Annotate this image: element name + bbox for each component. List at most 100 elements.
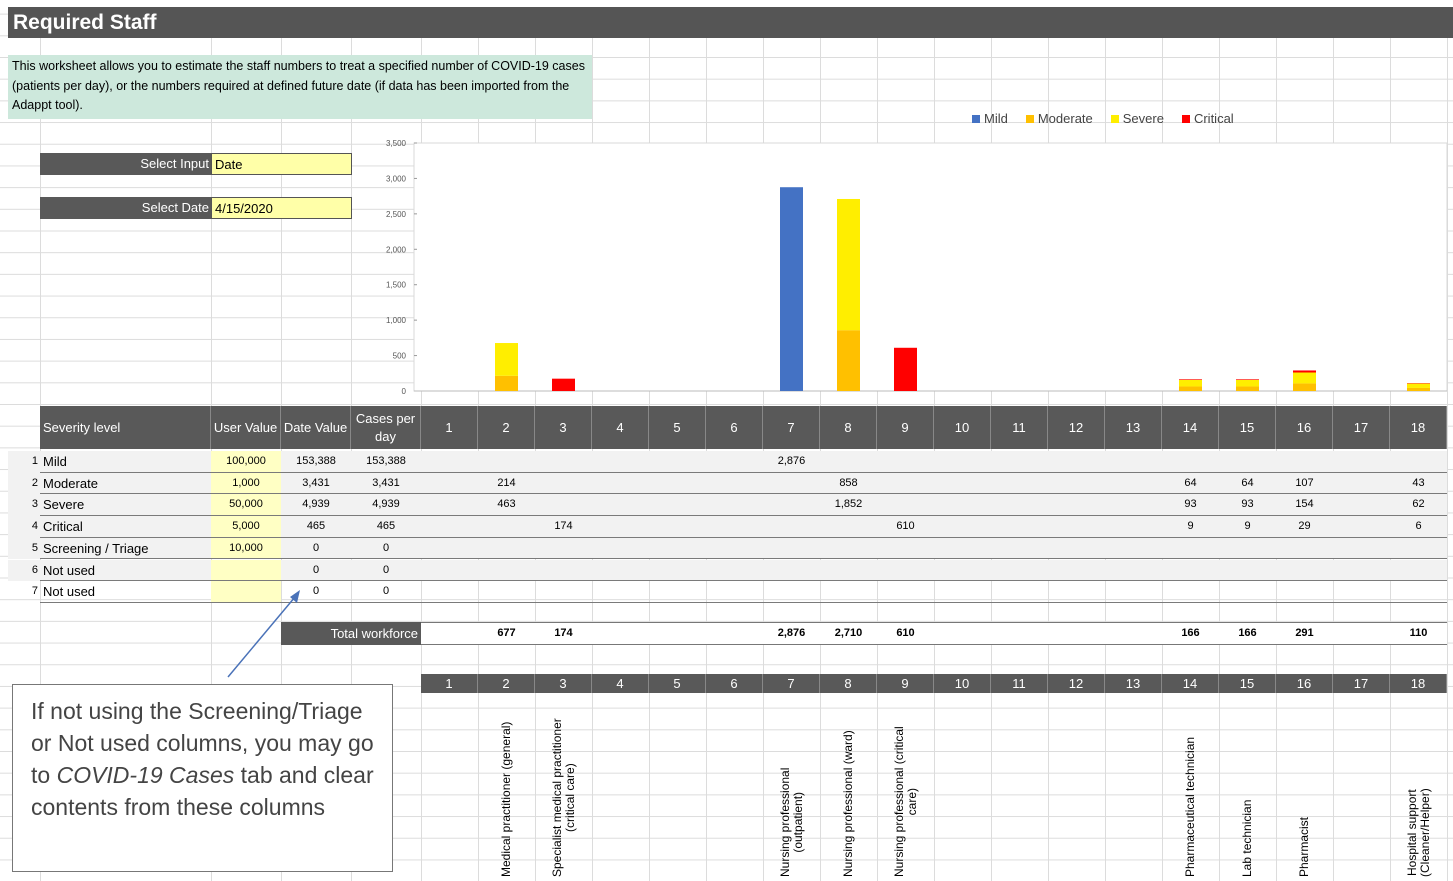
staff-value-cell	[763, 538, 820, 560]
staff-role-label: Hospital support (Cleaner/Helper)	[1404, 788, 1432, 877]
cases-per-day-cell: 3,431	[372, 476, 400, 489]
staff-value-cell	[649, 538, 706, 560]
staff-value-cell	[1333, 560, 1390, 582]
staff-value-cell: 107	[1295, 476, 1314, 489]
staff-value-cell	[1276, 538, 1333, 560]
staff-column-header-16: 16	[1276, 674, 1333, 693]
staff-role-label	[991, 693, 1048, 881]
staff-value-cell	[934, 581, 991, 603]
severity-header: Severity level	[40, 406, 211, 449]
column-header-18: 18	[1390, 406, 1447, 449]
total-workforce-value	[649, 622, 706, 645]
user-value-cell[interactable]: 5,000	[211, 516, 281, 538]
staff-value-cell	[1333, 581, 1390, 603]
staff-column-header-6: 6	[706, 674, 763, 693]
user-value-cell[interactable]: 100,000	[211, 451, 281, 473]
staff-value-cell	[1048, 494, 1105, 516]
staff-value-cell	[820, 516, 877, 538]
staff-value-cell	[934, 473, 991, 495]
staff-value-cell	[1333, 473, 1390, 495]
user-value-cell[interactable]: 1,000	[211, 472, 281, 495]
total-workforce-value: 110	[1409, 627, 1428, 639]
staff-value-cell	[991, 494, 1048, 516]
table-row: 2 Moderate 1,000 3,431 3,431 214 858 64 64 107 43	[8, 472, 1447, 495]
severity-label: Critical	[43, 519, 83, 535]
staff-value-cell	[478, 560, 535, 582]
staff-value-cell	[421, 516, 478, 538]
staff-value-cell: 62	[1412, 498, 1425, 511]
staff-value-cell	[934, 494, 991, 516]
total-workforce-value	[421, 622, 478, 645]
staff-value-cell	[1048, 516, 1105, 538]
staff-value-cell	[592, 451, 649, 473]
staff-value-cell	[1390, 560, 1447, 582]
date-value-cell: 4,939	[302, 498, 330, 511]
total-workforce-value: 2,876	[777, 627, 806, 639]
staff-value-cell	[592, 494, 649, 516]
staff-value-cell	[820, 581, 877, 603]
staff-value-cell	[535, 538, 592, 560]
staff-role-label: Nursing professional (outpatient)	[777, 767, 805, 877]
staff-role-label: Nursing professional (critical care)	[891, 726, 919, 877]
total-workforce-value: 2,710	[834, 627, 863, 639]
staff-role-label: Lab technician	[1240, 799, 1254, 877]
cases-per-day-cell: 0	[382, 541, 390, 554]
staff-value-cell: 174	[554, 520, 573, 533]
staff-column-header-3: 3	[535, 674, 592, 693]
staff-value-cell	[1105, 560, 1162, 582]
staff-value-cell	[763, 494, 820, 516]
bar-severe-8	[837, 198, 860, 331]
staff-value-cell	[478, 516, 535, 538]
table-row: 3 Severe 50,000 4,939 4,939 463 1,852 93 93 154 62	[8, 494, 1447, 517]
column-header-12: 12	[1048, 406, 1105, 449]
staff-value-cell: 29	[1298, 520, 1311, 533]
date-value-cell: 3,431	[302, 476, 330, 489]
staff-value-cell	[1219, 581, 1276, 603]
staff-value-cell	[649, 473, 706, 495]
column-header-17: 17	[1333, 406, 1390, 449]
staff-value-cell	[934, 560, 991, 582]
table-row: 5 Screening / Triage 10,000 0 0	[8, 537, 1447, 560]
staff-value-cell	[649, 451, 706, 473]
staff-value-cell	[1105, 451, 1162, 473]
staff-value-cell	[1333, 451, 1390, 473]
column-header-1: 1	[421, 406, 478, 449]
staff-role-label	[1333, 693, 1390, 881]
staff-value-cell: 93	[1184, 498, 1197, 511]
staff-role-label: Nursing professional (ward)	[841, 730, 855, 877]
column-header-16: 16	[1276, 406, 1333, 449]
staff-value-cell	[1276, 581, 1333, 603]
staff-value-cell	[763, 560, 820, 582]
total-workforce-value: 610	[896, 627, 915, 639]
staff-value-cell	[991, 560, 1048, 582]
total-workforce-value	[991, 622, 1048, 645]
total-workforce-value	[1333, 622, 1390, 645]
staff-value-cell	[991, 473, 1048, 495]
bar-critical-3	[552, 378, 575, 391]
date-value-cell: 465	[306, 520, 326, 533]
column-header-2: 2	[478, 406, 535, 449]
user-value-cell[interactable]	[211, 559, 281, 582]
staff-value-cell	[421, 538, 478, 560]
y-tick-label: 2,000	[386, 245, 407, 254]
user-value-cell[interactable]: 50,000	[211, 494, 281, 517]
staff-value-cell	[535, 451, 592, 473]
y-tick-label: 500	[393, 352, 407, 361]
bar-mild-7	[780, 187, 803, 391]
staff-value-cell	[991, 451, 1048, 473]
user-value-cell[interactable]: 10,000	[211, 537, 281, 560]
staff-role-label: Medical practitioner (general)	[499, 721, 513, 877]
callout-note: If not using the Screening/Triage or Not…	[12, 684, 393, 872]
staff-role-label	[421, 693, 478, 881]
staff-value-cell	[706, 560, 763, 582]
bar-severe-16	[1293, 372, 1316, 384]
severity-label: Not used	[43, 584, 96, 600]
callout-arrow	[227, 590, 300, 678]
column-header-11: 11	[991, 406, 1048, 449]
date-value-cell: 153,388	[296, 455, 336, 467]
plot-area	[413, 142, 1448, 392]
row-index: 2	[31, 476, 38, 489]
bar-moderate-18	[1407, 387, 1430, 391]
bar-critical-14	[1179, 379, 1202, 380]
staff-column-header-1: 1	[421, 674, 478, 693]
